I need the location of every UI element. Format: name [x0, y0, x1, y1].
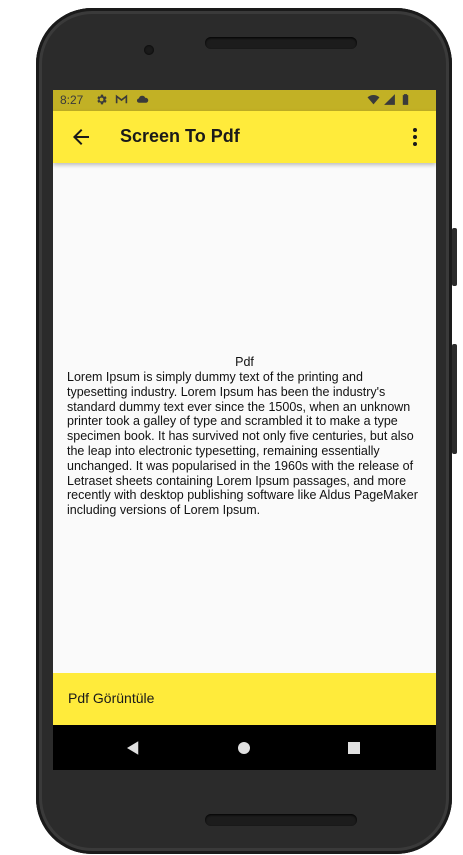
status-time: 8:27 — [60, 93, 84, 107]
nav-home-icon[interactable] — [235, 739, 253, 757]
body-text: Lorem Ipsum is simply dummy text of the … — [67, 370, 418, 518]
status-bar: 8:27 — [53, 90, 436, 111]
power-button — [452, 344, 457, 454]
content-area: Pdf Lorem Ipsum is simply dummy text of … — [53, 163, 436, 673]
navigation-bar — [53, 725, 436, 770]
pdf-heading: Pdf — [235, 355, 254, 369]
device-screen: 8:27 Screen To Pdf Pdf Lorem Ipsum is si… — [53, 90, 436, 770]
nav-back-icon[interactable] — [124, 739, 142, 757]
bottom-bar[interactable]: Pdf Görüntüle — [53, 673, 436, 725]
battery-icon — [402, 94, 409, 105]
nav-recents-icon[interactable] — [345, 739, 363, 757]
gmail-icon — [115, 94, 128, 104]
page-title: Screen To Pdf — [120, 126, 240, 146]
front-camera — [144, 45, 154, 55]
view-pdf-button[interactable]: Pdf Görüntüle — [68, 690, 154, 706]
wifi-icon — [367, 94, 380, 105]
top-speaker — [205, 37, 357, 49]
more-vert-icon[interactable] — [403, 125, 427, 149]
signal-icon — [384, 94, 395, 105]
cloud-icon — [136, 95, 149, 103]
app-bar: Screen To Pdf — [53, 111, 436, 163]
arrow-back-icon[interactable] — [69, 125, 93, 149]
gear-icon — [97, 94, 107, 105]
bottom-speaker — [205, 814, 357, 826]
volume-button — [452, 228, 457, 286]
